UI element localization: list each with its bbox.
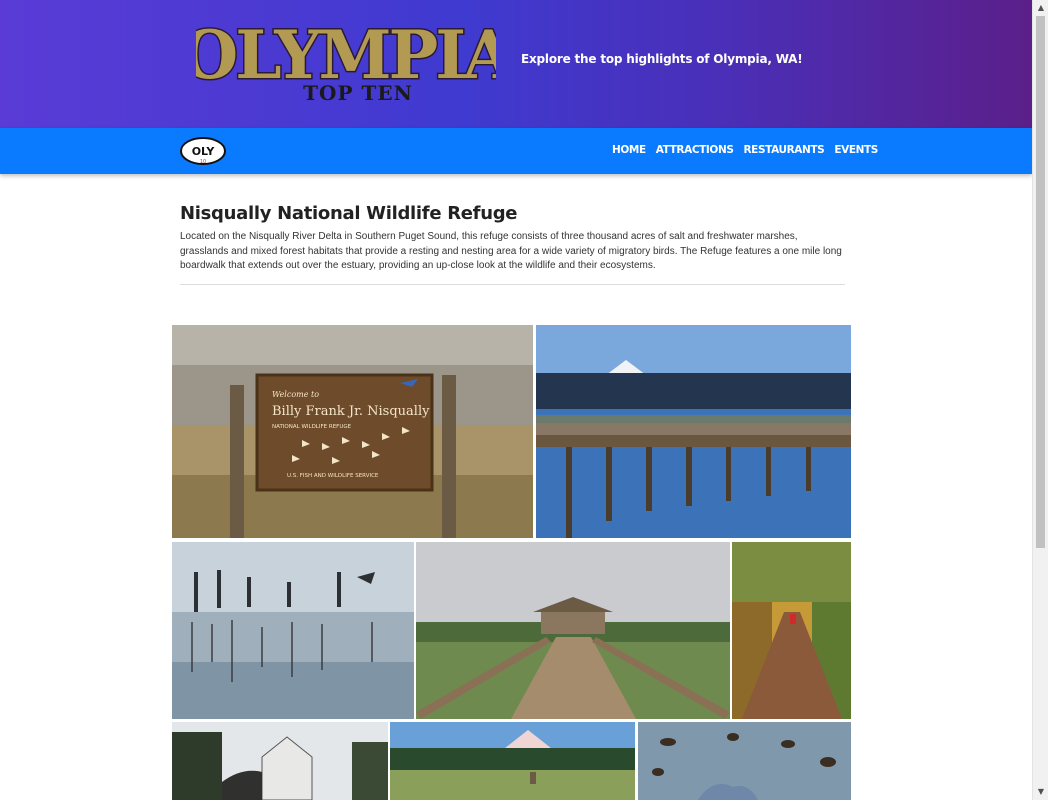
article: Nisqually National Wildlife Refuge Locat… [180, 203, 845, 274]
nav-attractions-link[interactable]: ATTRACTIONS [656, 144, 734, 156]
nav-events-link[interactable]: EVENTS [834, 144, 878, 156]
scroll-thumb[interactable] [1036, 16, 1045, 548]
page-title: Nisqually National Wildlife Refuge [180, 203, 518, 224]
photo-refuge-sign[interactable]: Welcome to Billy Frank Jr. Nisqually NAT… [172, 325, 533, 538]
photo-heron-water[interactable] [638, 722, 851, 800]
nav-links: HOME ATTRACTIONS RESTAURANTS EVENTS [612, 144, 888, 156]
sign-agency-text: U.S. FISH AND WILDLIFE SERVICE [287, 473, 379, 479]
photo-mountain-meadow[interactable] [390, 722, 635, 800]
scrollbar[interactable]: ▲ ▼ [1032, 0, 1048, 800]
scroll-down-arrow-icon[interactable]: ▼ [1033, 784, 1048, 800]
sign-name-text: Billy Frank Jr. Nisqually [272, 404, 430, 419]
photo-boardwalk-mountain[interactable] [536, 325, 851, 538]
olympia-top-ten-logo[interactable]: OLYMPIA TOP TEN [179, 8, 519, 118]
nav-home-link[interactable]: HOME [612, 144, 646, 156]
logo-sub-text: TOP TEN [303, 81, 413, 105]
divider [180, 284, 845, 285]
oly-logo-icon[interactable]: OLY 10 [180, 137, 226, 165]
sign-subtitle-text: NATIONAL WILDLIFE REFUGE [272, 424, 352, 430]
navbar: OLY 10 HOME ATTRACTIONS RESTAURANTS EVEN… [0, 128, 1032, 174]
nav-restaurants-link[interactable]: RESTAURANTS [744, 144, 825, 156]
article-description: Located on the Nisqually River Delta in … [180, 231, 842, 271]
photo-herons[interactable] [172, 542, 414, 719]
header-banner: OLYMPIA TOP TEN Explore the top highligh… [0, 0, 1032, 128]
header-tagline: Explore the top highlights of Olympia, W… [521, 52, 803, 66]
photo-autumn-boardwalk[interactable] [732, 542, 851, 719]
photo-boardwalk-gazebo[interactable] [416, 542, 730, 719]
oly-logo-text: OLY [192, 145, 216, 158]
scroll-up-arrow-icon[interactable]: ▲ [1033, 0, 1048, 16]
photo-barn[interactable] [172, 722, 388, 800]
sign-welcome-text: Welcome to [272, 390, 319, 399]
svg-text:10: 10 [200, 159, 206, 165]
